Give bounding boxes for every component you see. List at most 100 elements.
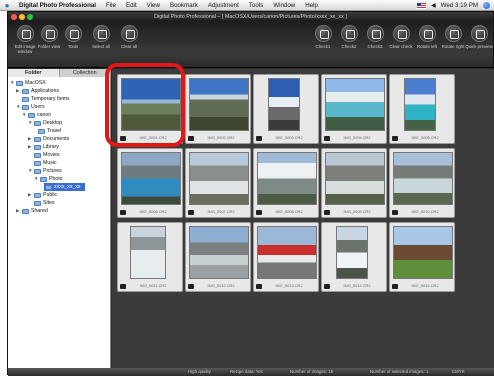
spotlight-icon[interactable] [483, 2, 490, 9]
tree-item-xxxx-xx-xx[interactable]: xxxx_xx_xx [44, 183, 85, 191]
menu-tools[interactable]: Tools [244, 2, 268, 9]
tree-item-desktop[interactable]: ▼ Desktop [28, 119, 62, 127]
tree-item-public[interactable]: ▶ Public [28, 191, 57, 199]
tree-item-music[interactable]: Music [28, 159, 57, 167]
thumbnail-cell[interactable]: IMG_0007.CR2 [185, 148, 251, 218]
thumbnail-image[interactable] [257, 226, 317, 279]
tree-item-users[interactable]: ▼ Users [16, 103, 45, 111]
tree-item-pictures[interactable]: ▼ Pictures [28, 167, 62, 175]
tree-item-movies[interactable]: Movies [28, 151, 59, 159]
tools-label: Tools [67, 44, 79, 49]
thumbnail-image[interactable] [393, 226, 453, 279]
tab-folder[interactable]: Folder [8, 69, 60, 77]
thumbnail-cell[interactable]: IMG_0010.CR2 [389, 148, 455, 218]
macos-menubar: ● Digital Photo Professional File Edit V… [0, 0, 494, 11]
expand-triangle-icon[interactable]: ▼ [34, 175, 38, 183]
collapse-triangle-icon[interactable]: ▶ [16, 87, 20, 95]
thumbnail-cell[interactable]: IMG_0005.CR2 [389, 74, 455, 144]
thumbnail-image[interactable] [130, 226, 166, 279]
thumbnail-image[interactable] [189, 152, 249, 205]
tree-item-travel[interactable]: Travel [38, 127, 61, 135]
thumbnail-image[interactable] [189, 226, 249, 279]
thumbnail-image[interactable] [121, 152, 181, 205]
tree-item-macosx[interactable]: ▼ MacOSX [10, 79, 46, 87]
thumbnail-cell[interactable]: IMG_0003.CR2 [253, 74, 319, 144]
tools-icon [64, 25, 82, 42]
close-window-icon[interactable] [11, 14, 17, 20]
thumbnail-image[interactable] [404, 78, 436, 131]
apple-menu-icon[interactable]: ● [0, 1, 14, 10]
thumbnail-cell[interactable]: IMG_0006.CR2 [117, 148, 183, 218]
folder-icon [34, 160, 41, 166]
thumbnail-cell[interactable]: IMG_0013.CR2 [253, 222, 319, 292]
menu-edit[interactable]: Edit [121, 2, 142, 9]
thumbnail-caption: IMG_0005.CR2 [411, 135, 439, 140]
edit-image-window-icon [16, 25, 34, 42]
collapse-triangle-icon[interactable]: ▶ [28, 191, 32, 199]
folder-icon [22, 96, 29, 102]
thumbnail-cell[interactable]: IMG_0004.CR2 [321, 74, 387, 144]
clear-check-label: Clear check [389, 44, 413, 49]
minimize-window-icon[interactable] [19, 14, 25, 20]
folder-icon [22, 208, 29, 214]
thumbnail-cell[interactable]: IMG_0012.CR2 [185, 222, 251, 292]
rotate-right-icon [444, 25, 462, 42]
expand-triangle-icon[interactable]: ▼ [22, 111, 26, 119]
app-menu[interactable]: Digital Photo Professional [14, 2, 101, 9]
expand-triangle-icon[interactable]: ▼ [28, 167, 32, 175]
menu-view[interactable]: View [142, 2, 165, 9]
clear-all-label: Clear all [120, 44, 138, 49]
folder-icon [40, 176, 47, 182]
tree-item-applications[interactable]: ▶ Applications [16, 87, 59, 95]
menubar-clock[interactable]: Wed 3:19 PM [441, 2, 478, 9]
thumbnail-caption: IMG_0015.CR2 [411, 283, 439, 288]
tab-collection[interactable]: Collection [60, 69, 111, 77]
menu-window[interactable]: Window [268, 2, 300, 9]
zoom-window-icon[interactable] [27, 14, 33, 20]
thumbnail-image[interactable] [189, 78, 249, 131]
thumbnail-cell[interactable]: IMG_0009.CR2 [321, 148, 387, 218]
expand-triangle-icon[interactable]: ▼ [10, 79, 14, 87]
menu-help[interactable]: Help [300, 2, 323, 9]
thumbnail-image[interactable] [268, 78, 300, 131]
collapse-triangle-icon[interactable]: ▶ [28, 143, 32, 151]
rotate-left-label: Rotate left [416, 44, 437, 49]
tree-item-library[interactable]: ▶ Library [28, 143, 59, 151]
tree-item-temporary-items[interactable]: Temporary Items [16, 95, 70, 103]
folder-icon [34, 152, 41, 158]
desktop: ● Digital Photo Professional File Edit V… [0, 0, 494, 376]
collapse-triangle-icon[interactable]: ▶ [16, 207, 20, 215]
tools-button[interactable]: Tools [58, 25, 88, 49]
thumbnail-caption: IMG_0012.CR2 [207, 283, 235, 288]
quick-preview-label: Quick preview [465, 44, 493, 49]
thumbnail-image[interactable] [393, 152, 453, 205]
tree-item-photo[interactable]: ▼ Photo [34, 175, 63, 183]
thumbnail-image[interactable] [336, 226, 368, 279]
thumbnail-image[interactable] [325, 152, 385, 205]
tree-label: Movies [43, 152, 60, 158]
tree-item-sites[interactable]: Sites [28, 199, 55, 207]
quick-preview-button[interactable]: Quick preview [464, 25, 494, 49]
thumbnail-image[interactable] [257, 152, 317, 205]
clear-all-button[interactable]: Clear all [114, 25, 144, 49]
expand-triangle-icon[interactable]: ▼ [16, 103, 20, 111]
input-source-flag-icon[interactable] [417, 2, 426, 9]
expand-triangle-icon[interactable]: ▼ [28, 119, 32, 127]
menu-file[interactable]: File [101, 2, 121, 9]
thumbnail-image[interactable] [325, 78, 385, 131]
select-all-button[interactable]: Select all [86, 25, 116, 49]
thumbnail-cell[interactable]: IMG_0014.CR2 [321, 222, 387, 292]
check3-label: Check3 [367, 44, 383, 49]
menu-adjustment[interactable]: Adjustment [203, 2, 244, 9]
thumbnail-cell[interactable]: IMG_0008.CR2 [253, 148, 319, 218]
thumbnail-cell[interactable]: IMG_0015.CR2 [389, 222, 455, 292]
tree-item-documents[interactable]: ▶ Documents [28, 135, 69, 143]
thumbnail-cell[interactable]: IMG_0002.CR2 [185, 74, 251, 144]
menu-bookmark[interactable]: Bookmark [165, 2, 203, 9]
folder-icon [34, 136, 41, 142]
volume-icon[interactable]: ◀ [431, 2, 436, 9]
collapse-triangle-icon[interactable]: ▶ [28, 135, 32, 143]
tree-item-shared[interactable]: ▶ Shared [16, 207, 48, 215]
thumbnail-cell[interactable]: IMG_0011.CR2 [117, 222, 183, 292]
tree-item-canon[interactable]: ▼ canon [22, 111, 51, 119]
